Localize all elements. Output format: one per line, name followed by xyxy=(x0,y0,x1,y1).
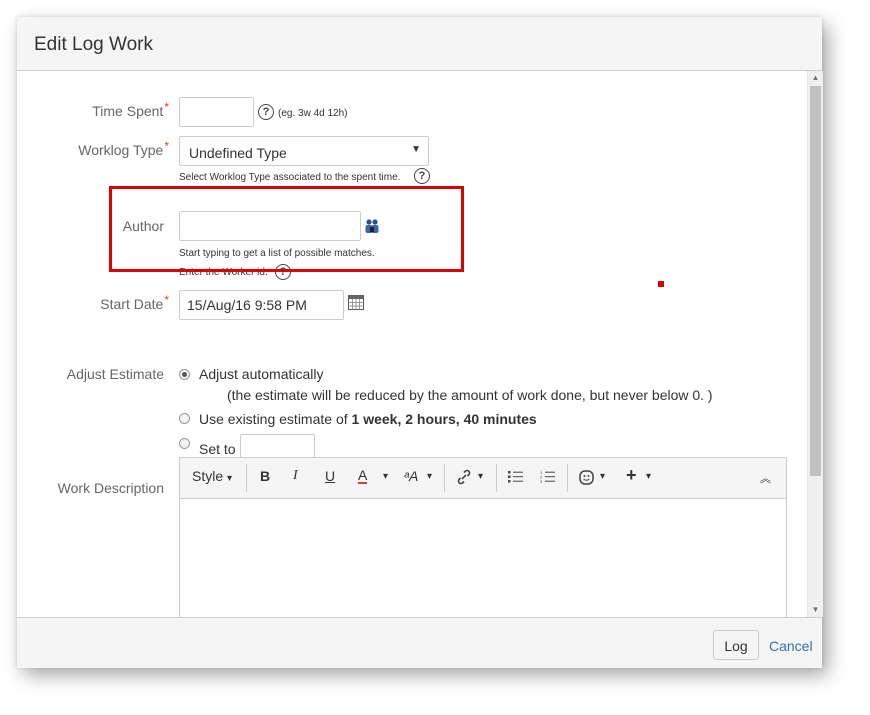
collapse-toolbar-icon[interactable]: ︽ xyxy=(760,470,771,486)
chevron-down-icon: ▼ xyxy=(411,144,421,155)
worklog-type-label: Worklog Type* xyxy=(78,139,169,158)
work-description-label: Work Description xyxy=(57,480,164,496)
log-button[interactable]: Log xyxy=(713,630,759,660)
existing-estimate-value: 1 week, 2 hours, 40 minutes xyxy=(351,411,537,427)
calendar-icon[interactable] xyxy=(348,294,364,310)
work-description-editor: Style ▾ B I U A ▾ ᵃA ▾ ▾ 123 ▾ + ▾ ︽ xyxy=(179,457,787,627)
link-icon[interactable] xyxy=(456,469,472,488)
scroll-thumb[interactable] xyxy=(810,86,821,476)
cancel-link[interactable]: Cancel xyxy=(769,638,813,654)
insert-more-button[interactable]: + xyxy=(626,465,637,486)
highlight-marker-dot xyxy=(658,281,664,287)
worklog-type-selected: Undefined Type xyxy=(189,145,287,161)
italic-button[interactable]: I xyxy=(293,468,298,484)
start-date-input[interactable] xyxy=(179,290,344,320)
author-highlight-box xyxy=(109,186,464,272)
time-spent-help-text: (eg. 3w 4d 12h) xyxy=(278,108,348,119)
radio-adjust-automatically[interactable] xyxy=(179,369,190,380)
adjust-estimate-label: Adjust Estimate xyxy=(66,366,164,382)
toolbar-divider xyxy=(496,464,497,492)
dialog-header: Edit Log Work xyxy=(17,17,822,71)
text-effects-button[interactable]: ᵃA xyxy=(404,468,418,484)
bold-button[interactable]: B xyxy=(260,468,270,484)
chevron-down-icon[interactable]: ▾ xyxy=(478,471,483,482)
underline-button[interactable]: U xyxy=(325,468,335,484)
bullet-list-icon[interactable] xyxy=(508,470,523,487)
radio-use-existing-estimate[interactable] xyxy=(179,413,190,424)
radio-set-to[interactable] xyxy=(179,438,190,449)
dialog-footer: Log Cancel xyxy=(17,617,822,668)
text-color-button[interactable]: A xyxy=(358,468,368,484)
use-existing-estimate-label: Use existing estimate of 1 week, 2 hours… xyxy=(199,411,537,427)
worklog-type-select[interactable]: Undefined Type ▼ xyxy=(179,136,429,166)
required-marker: * xyxy=(164,100,169,114)
dialog-scrollbar[interactable]: ▲ ▼ xyxy=(807,71,823,617)
editor-content-area[interactable] xyxy=(180,499,786,619)
adjust-automatically-label: Adjust automatically xyxy=(199,366,324,382)
start-date-label: Start Date* xyxy=(100,293,169,312)
set-to-label: Set to xyxy=(199,441,236,457)
chevron-down-icon[interactable]: ▾ xyxy=(427,471,432,482)
svg-text:3: 3 xyxy=(540,479,543,484)
edit-log-work-dialog: Edit Log Work Time Spent* ? (eg. 3w 4d 1… xyxy=(17,17,823,668)
chevron-down-icon[interactable]: ▾ xyxy=(383,471,388,482)
adjust-automatically-note: (the estimate will be reduced by the amo… xyxy=(227,387,713,403)
worklog-type-help-icon[interactable]: ? xyxy=(414,168,430,184)
toolbar-divider xyxy=(567,464,568,492)
dialog-title: Edit Log Work xyxy=(34,34,153,55)
style-dropdown[interactable]: Style ▾ xyxy=(192,468,232,484)
chevron-down-icon[interactable]: ▾ xyxy=(600,471,605,482)
time-spent-label: Time Spent* xyxy=(92,100,169,119)
time-spent-input[interactable] xyxy=(179,97,254,127)
editor-toolbar: Style ▾ B I U A ▾ ᵃA ▾ ▾ 123 ▾ + ▾ ︽ xyxy=(180,458,786,499)
time-spent-help-icon[interactable]: ? xyxy=(258,104,274,120)
worklog-type-help-text: Select Worklog Type associated to the sp… xyxy=(179,172,401,183)
required-marker: * xyxy=(164,293,169,307)
numbered-list-icon[interactable]: 123 xyxy=(540,470,555,487)
scroll-down-arrow-icon[interactable]: ▼ xyxy=(808,603,823,617)
chevron-down-icon: ▾ xyxy=(227,473,233,484)
required-marker: * xyxy=(164,139,169,153)
emoticon-icon[interactable] xyxy=(579,470,594,488)
toolbar-divider xyxy=(444,464,445,492)
scroll-up-arrow-icon[interactable]: ▲ xyxy=(808,71,823,85)
chevron-down-icon[interactable]: ▾ xyxy=(646,471,651,482)
toolbar-divider xyxy=(246,464,247,492)
